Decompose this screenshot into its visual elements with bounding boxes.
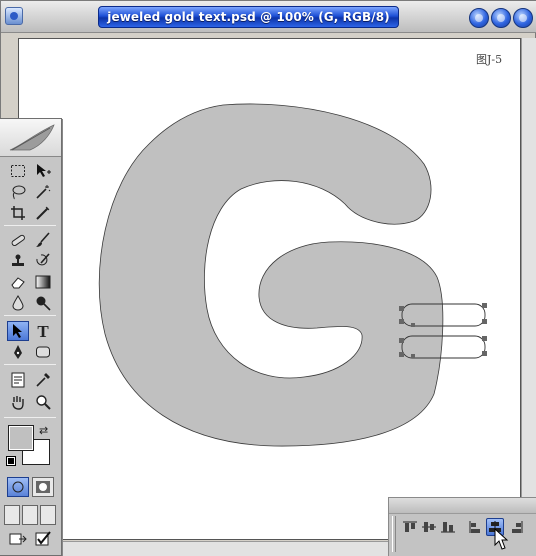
eyedropper-tool-icon[interactable]	[32, 370, 54, 390]
toolbox-panel[interactable]: T ⇄	[0, 118, 62, 556]
hand-tool-icon[interactable]	[7, 392, 29, 412]
standard-screen-mode-button[interactable]	[4, 505, 20, 525]
full-screen-mode-button[interactable]	[40, 505, 56, 525]
photoshop-screen: jeweled gold text.psd @ 100% (G, RGB/8) …	[0, 0, 536, 556]
window-right-edge	[521, 38, 536, 540]
mouse-cursor-icon	[494, 528, 509, 550]
document-canvas[interactable]: 图J-5	[18, 38, 521, 540]
feather-logo-icon	[9, 124, 55, 151]
title-bar[interactable]: jeweled gold text.psd @ 100% (G, RGB/8)	[1, 1, 536, 33]
document-icon[interactable]	[5, 7, 23, 25]
options-bar-header[interactable]	[389, 498, 536, 514]
path-selection-tool-icon[interactable]	[7, 321, 29, 341]
type-tool-glyph: T	[37, 321, 49, 341]
align-bottom-icon[interactable]	[439, 518, 457, 536]
letter-g-shape[interactable]	[98, 103, 444, 447]
checkmark-icon[interactable]	[32, 529, 54, 549]
document-window: jeweled gold text.psd @ 100% (G, RGB/8) …	[0, 0, 536, 556]
clone-stamp-tool-icon[interactable]	[7, 251, 29, 271]
blur-tool-icon[interactable]	[7, 293, 29, 313]
align-options-bar[interactable]	[388, 497, 536, 556]
window-title: jeweled gold text.psd @ 100% (G, RGB/8)	[98, 6, 399, 28]
type-tool-icon[interactable]: T	[32, 321, 54, 341]
toolbox-header[interactable]	[0, 119, 61, 157]
options-bar-grip[interactable]	[392, 516, 396, 552]
zoom-tool-icon[interactable]	[32, 392, 54, 412]
close-button[interactable]	[513, 8, 533, 28]
align-top-icon[interactable]	[401, 518, 419, 536]
notes-tool-icon[interactable]	[7, 370, 29, 390]
standard-mode-button[interactable]	[7, 477, 29, 497]
gradient-tool-icon[interactable]	[32, 272, 54, 292]
move-tool-icon[interactable]	[32, 161, 54, 181]
quick-mask-button[interactable]	[32, 477, 54, 497]
eraser-tool-icon[interactable]	[7, 272, 29, 292]
jump-to-imageready-icon[interactable]	[7, 529, 29, 549]
magic-wand-tool-icon[interactable]	[32, 182, 54, 202]
foreground-color-swatch[interactable]	[8, 425, 34, 451]
default-colors-icon[interactable]	[6, 456, 16, 466]
dodge-tool-icon[interactable]	[32, 293, 54, 313]
swap-colors-icon[interactable]: ⇄	[39, 424, 48, 437]
align-vertical-center-icon[interactable]	[420, 518, 438, 536]
brush-tool-icon[interactable]	[32, 230, 54, 250]
align-left-icon[interactable]	[467, 518, 485, 536]
marquee-tool-icon[interactable]	[7, 161, 29, 181]
slice-tool-icon[interactable]	[32, 203, 54, 223]
healing-brush-tool-icon[interactable]	[7, 230, 29, 250]
minimize-button[interactable]	[469, 8, 489, 28]
lasso-tool-icon[interactable]	[7, 182, 29, 202]
maximize-button[interactable]	[491, 8, 511, 28]
full-screen-menu-mode-button[interactable]	[22, 505, 38, 525]
history-brush-tool-icon[interactable]	[32, 251, 54, 271]
crop-tool-icon[interactable]	[7, 203, 29, 223]
pen-tool-icon[interactable]	[7, 342, 29, 362]
shape-tool-icon[interactable]	[32, 342, 54, 362]
letter-g-artwork[interactable]	[19, 39, 522, 541]
